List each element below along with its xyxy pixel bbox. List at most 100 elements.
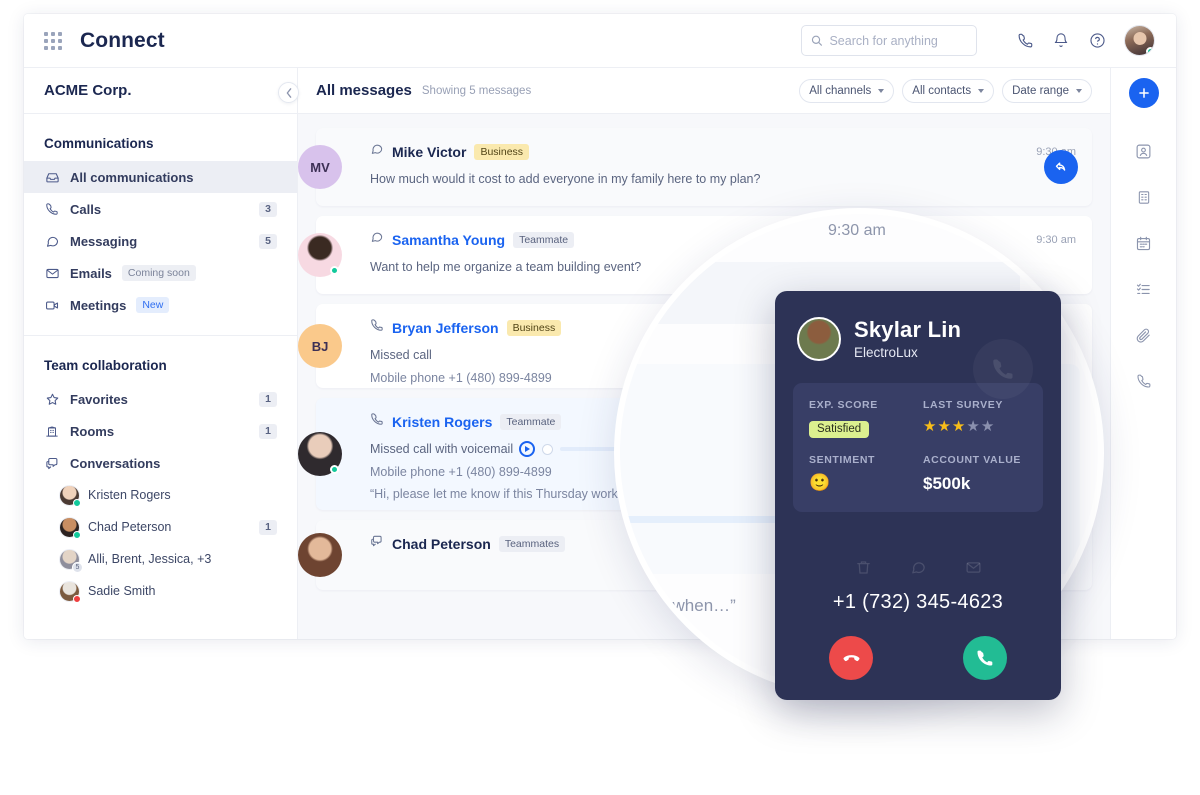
status-badge: Teammate <box>513 231 575 248</box>
avatar[interactable] <box>1125 26 1154 55</box>
sidebar-item-calls[interactable]: Calls 3 <box>24 193 297 225</box>
status-dot-online <box>330 465 339 474</box>
sidebar-badge-calls: 3 <box>259 201 277 217</box>
avatar: MV <box>298 145 342 189</box>
phone-icon <box>973 339 1033 399</box>
avatar-group: 5 <box>60 549 83 573</box>
result-count: Showing 5 messages <box>421 84 532 97</box>
list-item[interactable]: Sadie Smith <box>24 575 297 607</box>
table-row[interactable]: MV Mike Victor Business 9:30 am How much… <box>298 128 1092 206</box>
chevron-down-icon <box>1076 88 1082 93</box>
contact-name: Skylar Lin <box>854 317 962 343</box>
chevron-down-icon <box>978 88 985 93</box>
add-button[interactable] <box>1128 78 1159 108</box>
incoming-call-card: Skylar Lin ElectroLux EXP. SCORE Satisfi… <box>775 291 1061 700</box>
contact-name[interactable]: Chad Peterson <box>392 536 491 552</box>
phone-icon[interactable] <box>1007 26 1043 56</box>
contact-name[interactable]: Samantha Young <box>392 232 505 248</box>
reply-button[interactable] <box>1044 150 1078 184</box>
filter-all-contacts[interactable]: All contacts <box>902 78 995 103</box>
help-circle-icon[interactable] <box>1079 26 1115 56</box>
paperclip-icon[interactable] <box>1124 312 1164 358</box>
metric-sentiment: SENTIMENT 🙂 <box>809 454 913 494</box>
voicemail-scrubber[interactable] <box>542 443 554 455</box>
sidebar-item-meetings[interactable]: Meetings New <box>24 289 297 321</box>
task-list-icon[interactable] <box>1124 266 1164 312</box>
calendar-icon[interactable] <box>1124 220 1164 266</box>
filter-date-range[interactable]: Date range <box>1002 78 1092 103</box>
contact-name[interactable]: Bryan Jefferson <box>392 320 499 336</box>
metric-account-value: ACCOUNT VALUE $500k <box>923 454 1027 494</box>
phone-icon[interactable] <box>1124 358 1164 404</box>
sidebar-item-emails[interactable]: Emails Coming soon <box>24 257 297 289</box>
hangup-icon <box>843 654 859 661</box>
avatar <box>797 317 841 361</box>
list-item[interactable]: Kristen Rogers <box>24 479 297 511</box>
contact-name[interactable]: Mike Victor <box>392 144 466 160</box>
conversation-name: Alli, Brent, Jessica, +3 <box>88 552 212 566</box>
metric-value: $500k <box>923 473 971 493</box>
sidebar-item-all-communications[interactable]: All communications <box>24 161 297 193</box>
sidebar-item-favorites[interactable]: Favorites 1 <box>24 383 297 415</box>
trash-icon[interactable] <box>855 559 872 576</box>
star-icon-empty: ★ <box>980 418 996 435</box>
answer-call-button[interactable] <box>963 636 1007 680</box>
filter-bar: All channels All contacts Date range <box>799 78 1092 103</box>
sidebar-item-label: Meetings <box>70 297 127 313</box>
bell-icon[interactable] <box>1043 26 1079 56</box>
filter-all-channels[interactable]: All channels <box>799 78 895 103</box>
avatar <box>298 432 342 476</box>
sidebar-pill-coming-soon: Coming soon <box>121 265 196 281</box>
video-camera-icon <box>44 298 60 313</box>
group-count-badge: 5 <box>72 561 83 573</box>
star-icon-filled: ★ <box>951 418 967 435</box>
sidebar-item-label: Messaging <box>70 233 138 249</box>
star-rating: ★★★★★ <box>923 419 1027 434</box>
call-controls <box>775 636 1061 680</box>
app-title: Connect <box>80 28 165 52</box>
filter-label: All contacts <box>912 84 972 97</box>
sidebar-item-label: Conversations <box>70 455 161 471</box>
sidebar-item-conversations[interactable]: Conversations <box>24 447 297 479</box>
conversation-badge: 1 <box>259 519 277 535</box>
status-badge: Business <box>506 319 562 336</box>
status-badge: Business <box>474 143 530 160</box>
sidebar-item-label: Rooms <box>70 423 115 439</box>
avatar-initials: BJ <box>311 338 329 354</box>
search-box[interactable] <box>801 25 977 56</box>
top-bar-actions <box>801 25 1176 56</box>
section-title-communications: Communications <box>44 136 154 151</box>
building-icon[interactable] <box>1124 174 1164 220</box>
main-header: All messages Showing 5 messages All chan… <box>298 68 1110 114</box>
play-icon[interactable] <box>519 441 536 458</box>
status-badge: Teammate <box>500 413 562 430</box>
status-dot-online <box>73 498 81 507</box>
company-name: ElectroLux <box>854 344 918 360</box>
contact-name[interactable]: Kristen Rogers <box>392 414 492 430</box>
conversation-name: Kristen Rogers <box>88 488 171 502</box>
envelope-icon <box>44 266 60 281</box>
metric-label: ACCOUNT VALUE <box>923 453 1022 466</box>
envelope-icon[interactable] <box>965 559 982 576</box>
metric-label: SENTIMENT <box>809 453 876 466</box>
avatar-initials: MV <box>310 159 330 175</box>
phone-icon <box>44 202 60 216</box>
section-title-team-collaboration: Team collaboration <box>44 358 167 373</box>
status-dot-busy <box>73 594 81 603</box>
chat-bubble-icon <box>370 230 384 249</box>
call-status: Missed call with voicemail <box>370 442 514 456</box>
sidebar-collapse-button[interactable] <box>278 82 299 103</box>
list-item[interactable]: 5 Alli, Brent, Jessica, +3 <box>24 543 297 575</box>
sidebar-item-messaging[interactable]: Messaging 5 <box>24 225 297 257</box>
sidebar-item-rooms[interactable]: Rooms 1 <box>24 415 297 447</box>
end-call-button[interactable] <box>829 636 873 680</box>
contact-circle-icon[interactable] <box>1124 128 1164 174</box>
chat-icon[interactable] <box>910 559 927 576</box>
list-item[interactable]: Chad Peterson 1 <box>24 511 297 543</box>
sidebar-pill-new: New <box>136 297 170 313</box>
metric-last-survey: LAST SURVEY ★★★★★ <box>923 399 1027 438</box>
apps-grid-icon[interactable] <box>44 31 62 50</box>
call-card-secondary-actions <box>775 559 1061 576</box>
conversations-icon <box>370 534 384 553</box>
search-input[interactable] <box>829 33 967 48</box>
